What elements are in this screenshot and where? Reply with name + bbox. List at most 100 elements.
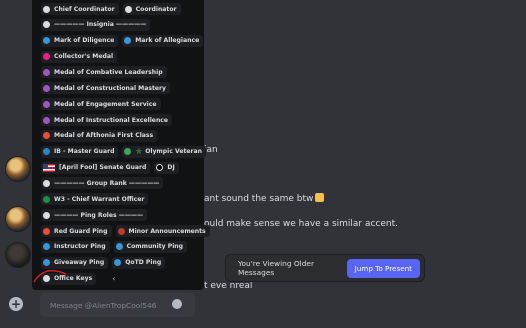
role-color-dot — [43, 195, 50, 203]
role-pill[interactable]: Medal of Instructional Excellence — [41, 114, 173, 127]
role-color-dot — [114, 259, 122, 267]
role-label: W3 - Chief Warrant Officer — [54, 195, 145, 203]
role-color-dot — [43, 179, 50, 187]
collapse-chevron-icon[interactable]: ‹ — [112, 274, 115, 283]
role-pill[interactable]: Mark of Allegiance — [122, 34, 204, 47]
role-label: Medal of Engagement Service — [54, 100, 157, 108]
role-pill[interactable]: Chief Coordinator — [41, 3, 119, 15]
role-pill[interactable]: Medal of Combative Leadership — [41, 66, 167, 79]
user-avatar[interactable] — [5, 242, 31, 268]
role-row: Chief Coordinator Coordinator — [41, 3, 185, 15]
role-label: Instructor Ping — [54, 243, 106, 251]
role-color-dot — [124, 37, 132, 45]
role-pill[interactable]: DJ — [154, 161, 179, 174]
role-color-dot — [43, 53, 50, 61]
role-row: Medal of Instructional Excellence — [41, 114, 176, 127]
role-row: IB - Master Guard ✯ Olympic Veteran — [41, 145, 210, 158]
role-color-dot — [43, 243, 50, 251]
role-pill[interactable]: Coordinator — [122, 3, 181, 15]
role-label: IB - Master Guard — [54, 148, 115, 156]
role-row: Office Keys ‹ — [41, 272, 115, 285]
role-pill[interactable]: Giveaway Ping — [41, 256, 109, 269]
role-pill[interactable]: Red Guard Ping — [41, 225, 112, 238]
add-attachment-plus-icon[interactable]: + — [9, 297, 23, 311]
role-color-dot — [117, 227, 125, 235]
older-messages-banner: You're Viewing Older Messages Jump To Pr… — [225, 254, 425, 282]
chat-message: ould make sense we have a similar accent… — [204, 219, 399, 229]
role-label: Medal of Instructional Excellence — [54, 116, 169, 124]
olympic-star-icon: ✯ — [135, 146, 143, 156]
role-pill[interactable]: Medal of Afthonia First Class — [41, 129, 158, 142]
role-pill[interactable]: ✯ Olympic Veteran — [122, 145, 206, 158]
role-label: Medal of Combative Leadership — [54, 68, 163, 76]
role-row: Giveaway Ping QoTD Ping — [41, 256, 169, 269]
role-label: Minor Announcements — [128, 227, 206, 235]
role-pill[interactable]: Medal of Engagement Service — [41, 98, 161, 111]
role-row: Medal of Constructional Mastery — [41, 82, 174, 95]
role-label: Olympic Veteran — [145, 148, 202, 156]
role-label: Medal of Constructional Mastery — [54, 84, 167, 92]
role-row: W3 - Chief Warrant Officer — [41, 193, 152, 206]
role-pill[interactable]: Mark of Diligence — [41, 34, 119, 47]
role-pill[interactable]: [April Fool] Senate Guard — [41, 161, 151, 174]
role-row: Medal of Combative Leadership — [41, 66, 171, 79]
role-pill[interactable]: IB - Master Guard — [41, 145, 119, 158]
user-avatar[interactable] — [5, 156, 31, 182]
role-label: Medal of Afthonia First Class — [54, 132, 154, 140]
role-row: Collector's Medal — [41, 50, 121, 63]
role-label: QoTD Ping — [125, 259, 162, 267]
emoji-picker-icon[interactable] — [172, 299, 182, 309]
role-pill[interactable]: QoTD Ping — [112, 256, 166, 269]
chat-message: ant sound the same btw — [204, 193, 325, 204]
role-color-dot — [43, 68, 50, 76]
role-color-dot — [43, 84, 50, 92]
role-color-dot — [43, 148, 50, 156]
role-label: Collector's Medal — [54, 53, 114, 61]
role-color-dot — [156, 164, 164, 172]
role-row: Instructor Ping Community Ping — [41, 240, 191, 253]
role-label: DJ — [167, 164, 175, 172]
role-color-dot — [43, 37, 50, 45]
role-color-dot — [124, 5, 132, 13]
role-label: Mark of Allegiance — [135, 37, 200, 45]
us-flag-icon — [43, 163, 55, 172]
role-row: ————— Insignia ————— — [41, 18, 154, 31]
role-row: Medal of Engagement Service — [41, 98, 165, 111]
role-color-dot — [43, 259, 50, 267]
role-pill[interactable]: Office Keys — [41, 272, 97, 285]
role-color-dot — [43, 21, 50, 29]
role-color-dot — [43, 227, 50, 235]
thumbs-up-emoji-icon — [315, 193, 325, 202]
role-color-dot — [124, 148, 132, 156]
role-pill[interactable]: ———— Ping Roles ———— — [41, 209, 148, 222]
role-label: ———— Ping Roles ———— — [54, 211, 144, 219]
jump-to-present-button[interactable]: Jump To Present — [346, 258, 420, 278]
role-row: Medal of Afthonia First Class — [41, 129, 161, 142]
role-color-dot — [43, 275, 50, 283]
user-avatar[interactable] — [5, 206, 31, 232]
role-row: Red Guard Ping Minor Announcements — [41, 225, 214, 238]
role-pill[interactable]: ————— Insignia ————— — [41, 18, 151, 31]
role-pill[interactable]: W3 - Chief Warrant Officer — [41, 193, 149, 206]
role-pill[interactable]: Collector's Medal — [41, 50, 118, 63]
role-color-dot — [43, 5, 50, 13]
role-row: ————— Group Rank ————— — [41, 177, 167, 190]
role-row: Mark of Diligence Mark of Allegiance — [41, 34, 207, 47]
role-color-dot — [43, 211, 50, 219]
role-pill[interactable]: Community Ping — [113, 240, 187, 253]
role-label: ————— Group Rank ————— — [54, 179, 160, 187]
role-pill[interactable]: Medal of Constructional Mastery — [41, 82, 171, 95]
role-pill[interactable]: ————— Group Rank ————— — [41, 177, 164, 190]
role-row: ———— Ping Roles ———— — [41, 209, 151, 222]
role-label: Chief Coordinator — [54, 5, 115, 13]
role-color-dot — [43, 132, 50, 140]
role-row: [April Fool] Senate Guard DJ — [41, 161, 183, 174]
role-pill[interactable]: Minor Announcements — [115, 225, 210, 238]
role-pill[interactable]: Instructor Ping — [41, 240, 110, 253]
role-label: Red Guard Ping — [54, 227, 108, 235]
roles-popout: Chief Coordinator Coordinator ————— Insign… — [32, 0, 210, 290]
role-label: ————— Insignia ————— — [54, 21, 147, 29]
role-label: [April Fool] Senate Guard — [59, 164, 147, 172]
role-label: Office Keys — [54, 275, 93, 283]
role-color-dot — [115, 243, 123, 251]
